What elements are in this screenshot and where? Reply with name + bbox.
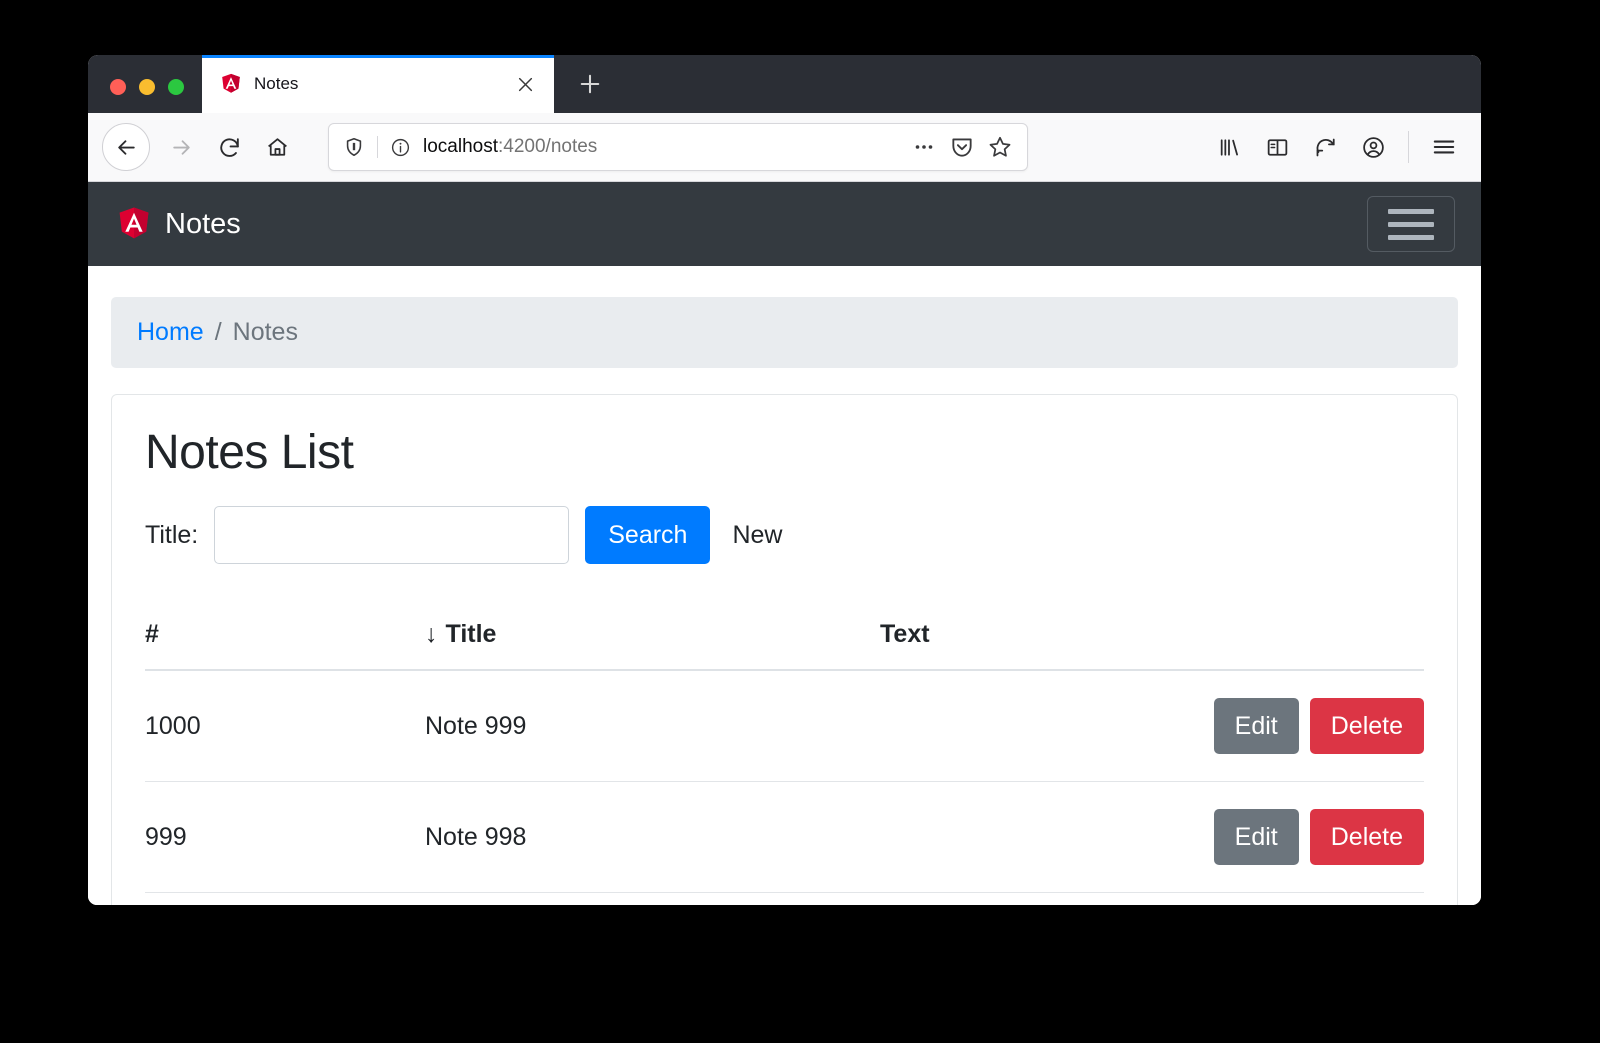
breadcrumb-separator: / <box>214 318 222 346</box>
column-header-actions <box>1210 620 1424 671</box>
breadcrumb-item-notes: Notes <box>232 318 298 346</box>
title-label: Title: <box>145 520 199 549</box>
app-navbar: Notes <box>88 182 1481 266</box>
sidebar-icon[interactable] <box>1256 126 1298 168</box>
notes-card: Notes List Title: Search New # ↓ Title Te… <box>111 394 1458 905</box>
angular-icon <box>220 73 242 95</box>
edit-button[interactable]: Edit <box>1213 809 1299 865</box>
page-viewport: Notes Home / Notes Notes List Title: Sea… <box>88 182 1481 905</box>
table-row: 999 Note 998 Edit Delete <box>145 781 1424 893</box>
cell-num: 999 <box>145 781 425 893</box>
brand-label: Notes <box>165 207 241 240</box>
page-title: Notes List <box>145 426 354 479</box>
close-window-button[interactable] <box>110 79 126 95</box>
breadcrumb-item-home[interactable]: Home <box>137 318 204 347</box>
tab-strip: Notes <box>88 55 1481 113</box>
cell-title: Note 999 <box>425 670 880 782</box>
sync-icon[interactable] <box>1304 126 1346 168</box>
pocket-icon[interactable] <box>945 130 979 164</box>
hamburger-menu-icon[interactable] <box>1423 126 1465 168</box>
url-text: localhost:4200/notes <box>423 136 903 158</box>
maximize-window-button[interactable] <box>168 79 184 95</box>
minimize-window-button[interactable] <box>139 79 155 95</box>
shield-icon <box>343 136 365 158</box>
table-body: 1000 Note 999 Edit Delete 999 Note 998 E… <box>145 670 1424 893</box>
page-content: Home / Notes Notes List Title: Search Ne… <box>88 266 1481 905</box>
url-divider <box>377 136 378 158</box>
column-header-title[interactable]: ↓ Title <box>425 620 880 671</box>
url-host: localhost <box>423 136 498 157</box>
delete-button[interactable]: Delete <box>1309 698 1424 754</box>
toggler-bar <box>1388 234 1434 240</box>
forward-arrow-icon[interactable] <box>158 124 204 170</box>
table-row: 1000 Note 999 Edit Delete <box>145 670 1424 782</box>
new-tab-button[interactable] <box>568 62 612 106</box>
toolbar-divider <box>1408 131 1409 163</box>
toggler-bar <box>1388 208 1434 214</box>
cell-actions: Edit Delete <box>1210 670 1424 782</box>
cell-title: Note 998 <box>425 781 880 893</box>
browser-tab[interactable]: Notes <box>202 55 554 113</box>
search-button[interactable]: Search <box>585 506 711 564</box>
angular-icon <box>116 205 152 243</box>
cell-actions: Edit Delete <box>1210 781 1424 893</box>
delete-button[interactable]: Delete <box>1309 809 1424 865</box>
navbar-brand[interactable]: Notes <box>116 205 241 243</box>
column-header-title-label: Title <box>445 620 497 648</box>
breadcrumb: Home / Notes <box>111 297 1458 368</box>
notes-table: # ↓ Title Text 1000 Note 999 Edit Delete… <box>145 620 1424 893</box>
window-controls <box>88 79 202 113</box>
ellipsis-icon[interactable] <box>907 130 941 164</box>
url-bar[interactable]: localhost:4200/notes <box>328 123 1028 171</box>
info-icon[interactable] <box>390 137 411 158</box>
table-header-row: # ↓ Title Text <box>145 620 1424 671</box>
navbar-toggler-icon[interactable] <box>1367 196 1455 252</box>
close-tab-button[interactable] <box>510 69 540 99</box>
toggler-bar <box>1388 221 1434 227</box>
new-note-link[interactable]: New <box>732 521 782 550</box>
column-header-text[interactable]: Text <box>880 620 1210 671</box>
sort-down-icon: ↓ <box>425 620 438 648</box>
search-input[interactable] <box>214 506 570 564</box>
tab-title: Notes <box>254 74 299 93</box>
table-head: # ↓ Title Text <box>145 620 1424 671</box>
edit-button[interactable]: Edit <box>1213 698 1299 754</box>
star-icon[interactable] <box>983 130 1017 164</box>
toolbar-right-actions <box>1208 126 1465 168</box>
cell-text <box>880 670 1210 782</box>
cell-text <box>880 781 1210 893</box>
reload-icon[interactable] <box>206 124 252 170</box>
home-icon[interactable] <box>254 124 300 170</box>
column-header-num[interactable]: # <box>145 620 425 671</box>
url-path: :4200/notes <box>498 136 598 157</box>
browser-toolbar: localhost:4200/notes <box>88 113 1481 182</box>
account-icon[interactable] <box>1352 126 1394 168</box>
browser-window: Notes localhost:4200/notes Notes Home / … <box>88 55 1481 905</box>
back-arrow-icon[interactable] <box>102 123 150 171</box>
search-form: Title: Search New <box>145 506 1424 564</box>
library-icon[interactable] <box>1208 126 1250 168</box>
cell-num: 1000 <box>145 670 425 782</box>
